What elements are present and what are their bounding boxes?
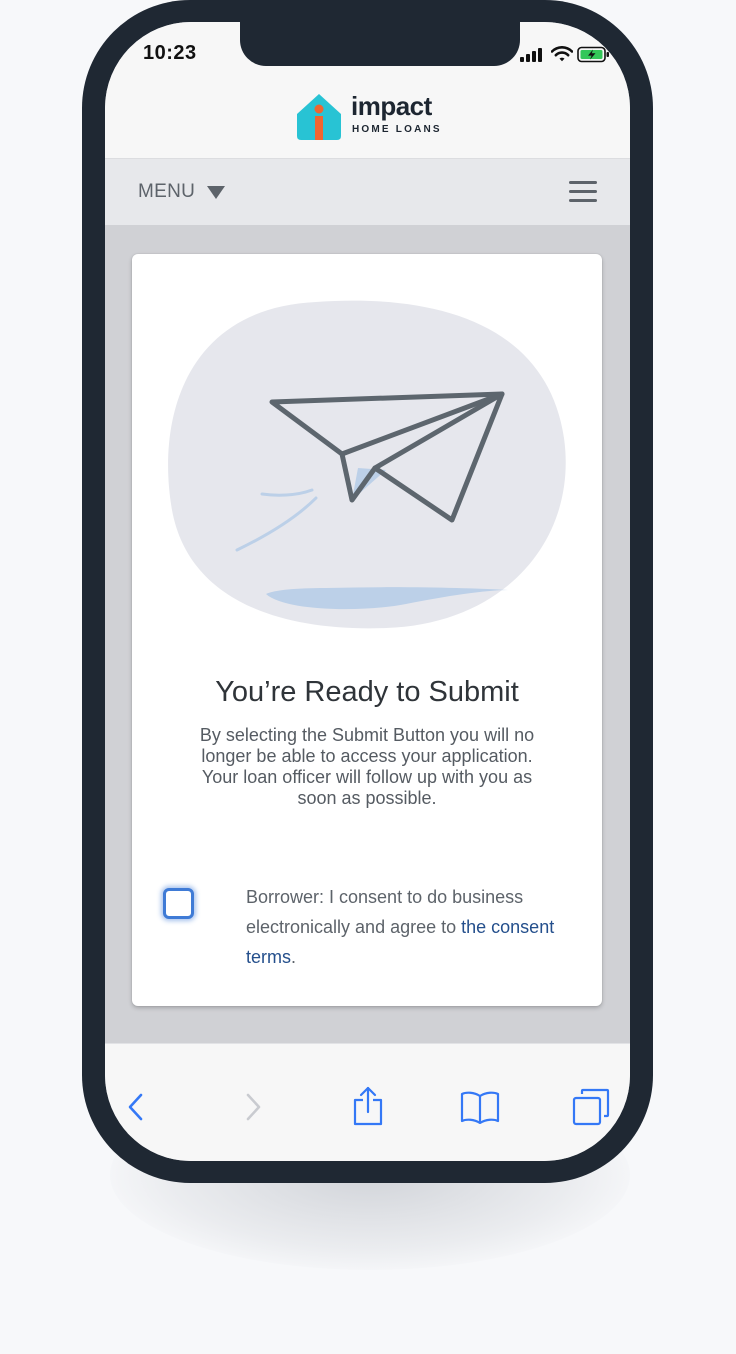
paper-airplane-illustration <box>168 300 566 629</box>
logo-subtitle: HOME LOANS <box>352 124 442 135</box>
house-logo-icon <box>297 94 341 140</box>
hamburger-menu-icon[interactable] <box>569 181 597 203</box>
tabs-icon[interactable] <box>572 1088 610 1126</box>
submit-card: You’re Ready to Submit By selecting the … <box>132 254 602 1006</box>
consent-text: Borrower: I consent to do business elect… <box>246 882 576 972</box>
menu-bar: MENU <box>105 159 630 225</box>
consent-row: Borrower: I consent to do business elect… <box>132 882 602 982</box>
submit-description: By selecting the Submit Button you will … <box>199 725 535 808</box>
battery-charging-icon <box>577 46 609 63</box>
brand-logo[interactable]: impact HOME LOANS <box>295 90 455 146</box>
cellular-signal-icon <box>520 48 542 62</box>
caret-down-icon <box>207 185 226 199</box>
site-header: impact HOME LOANS <box>105 86 630 159</box>
menu-label: MENU <box>138 181 196 202</box>
share-icon[interactable] <box>353 1086 383 1126</box>
browser-toolbar <box>105 1043 630 1161</box>
back-icon[interactable] <box>127 1092 145 1122</box>
logo-wordmark: impact <box>351 91 432 121</box>
notch <box>240 22 520 66</box>
phone-frame: 10:23 impact HOME LOANS MENU You’re Read… <box>82 0 653 1183</box>
status-time: 10:23 <box>143 42 197 64</box>
consent-checkbox[interactable] <box>163 888 194 919</box>
page-title: You’re Ready to Submit <box>215 676 519 708</box>
consent-text-after: . <box>291 947 297 967</box>
wifi-icon <box>551 46 573 62</box>
bookmarks-icon[interactable] <box>460 1090 500 1124</box>
menu-dropdown-button[interactable]: MENU <box>138 180 226 204</box>
phone-screen: 10:23 impact HOME LOANS MENU You’re Read… <box>105 22 630 1161</box>
forward-icon[interactable] <box>244 1092 262 1122</box>
